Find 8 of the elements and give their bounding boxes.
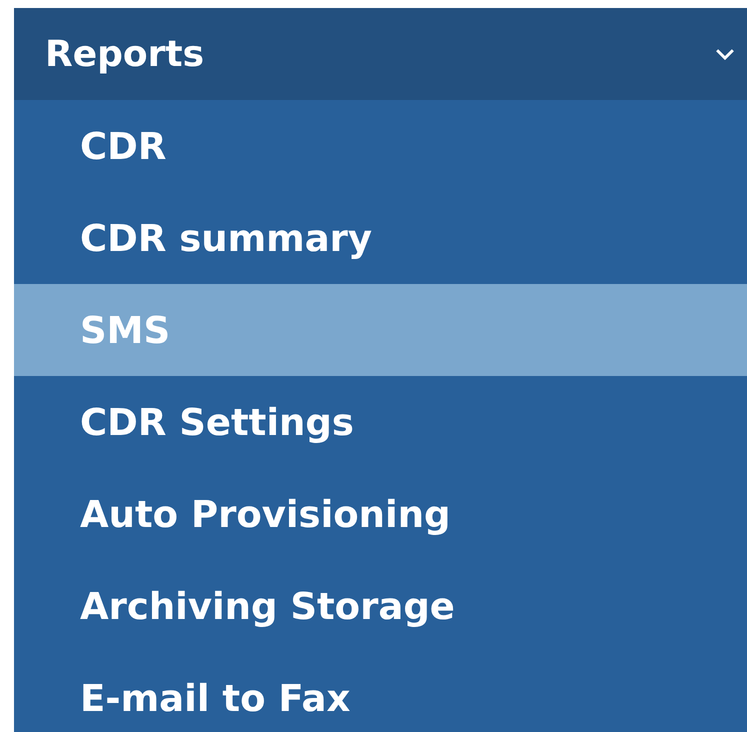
menu-header[interactable]: Reports <box>14 8 747 100</box>
menu-item[interactable]: CDR Settings <box>14 376 747 468</box>
menu-item[interactable]: CDR <box>14 100 747 192</box>
menu-item[interactable]: CDR summary <box>14 192 747 284</box>
menu-item[interactable]: Archiving Storage <box>14 560 747 652</box>
chevron-down-icon <box>715 48 735 60</box>
menu-item[interactable]: E-mail to Fax <box>14 652 747 732</box>
menu-item[interactable]: Auto Provisioning <box>14 468 747 560</box>
